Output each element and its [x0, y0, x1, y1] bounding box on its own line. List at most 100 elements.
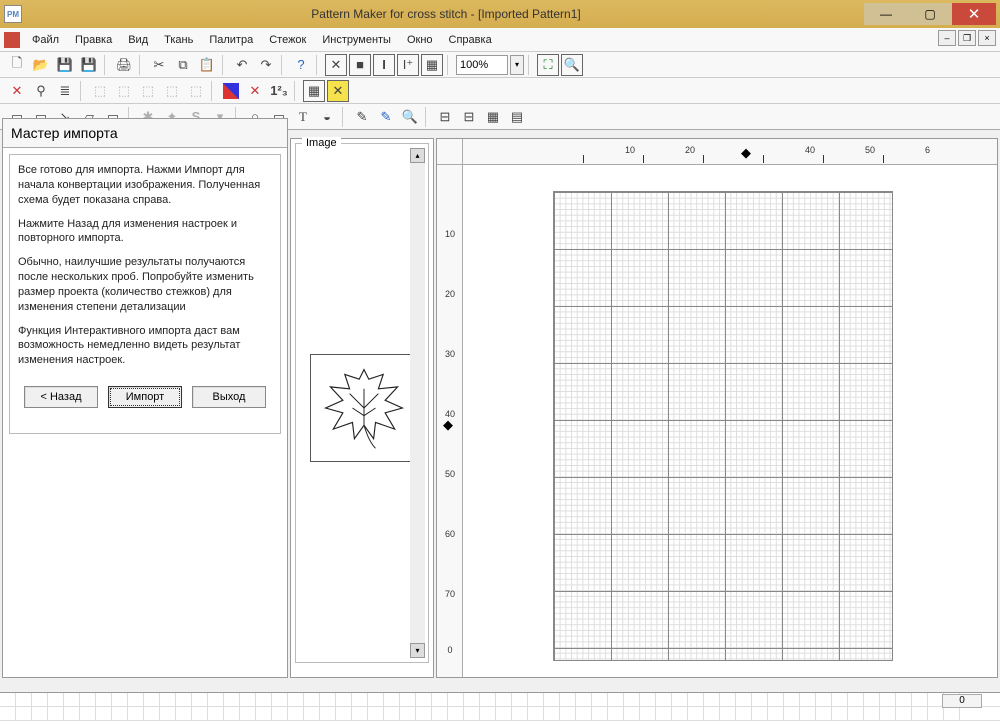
grid-button[interactable]: ▦: [303, 80, 325, 102]
hruler-tick: 20: [685, 145, 695, 155]
toolbar-standard: 🗋 📂 💾 💾 🖨 ✂ ⧉ 📋 ↶ ↷ ? ✕ ■ I I⁺ ▦ 100% ▾ …: [0, 52, 1000, 78]
new-button[interactable]: 🗋: [6, 54, 28, 76]
maximize-button[interactable]: ▢: [908, 3, 952, 25]
leaf-icon: [316, 360, 412, 456]
tool-e-button[interactable]: ⬚: [185, 80, 207, 102]
zoom-select-button[interactable]: 🔍: [561, 54, 583, 76]
mdi-buttons: – ❐ ×: [938, 30, 996, 46]
ruler-corner: [437, 139, 463, 165]
tool-a-button[interactable]: ⬚: [89, 80, 111, 102]
document-icon: [4, 32, 20, 48]
menu-help[interactable]: Справка: [441, 31, 500, 49]
canvas-area: ◆ 10 20 30 40 50 60 70 0 ◆ 10 20 40 50 6: [436, 138, 998, 678]
layers-button[interactable]: ≣: [54, 80, 76, 102]
tool-c-button[interactable]: ⬚: [137, 80, 159, 102]
highlight-button[interactable]: ✕: [327, 80, 349, 102]
color-stitch-button[interactable]: ✕: [244, 80, 266, 102]
help-button[interactable]: ?: [290, 54, 312, 76]
menu-palette[interactable]: Палитра: [201, 31, 261, 49]
palette-count: 0: [942, 694, 982, 708]
menu-file[interactable]: Файл: [24, 31, 67, 49]
wizard-text-2: Нажмите Назад для изменения настроек и п…: [18, 217, 272, 247]
image-group-label: Image: [302, 137, 341, 149]
horizontal-ruler[interactable]: ◆ 10 20 40 50 6: [463, 139, 997, 165]
vruler-tick: 30: [437, 349, 463, 359]
tool-b-button[interactable]: ⬚: [113, 80, 135, 102]
mdi-restore-button[interactable]: ❐: [958, 30, 976, 46]
paste-button[interactable]: 📋: [196, 54, 218, 76]
vruler-tick: 50: [437, 469, 463, 479]
tool-d-button[interactable]: ⬚: [161, 80, 183, 102]
stitch-info-button[interactable]: I: [373, 54, 395, 76]
stitch-x-button[interactable]: ✕: [325, 54, 347, 76]
zoom-dropdown[interactable]: ▾: [510, 55, 524, 75]
open-button[interactable]: 📂: [30, 54, 52, 76]
window-title: Pattern Maker for cross stitch - [Import…: [28, 7, 864, 21]
pattern-grid[interactable]: [553, 191, 893, 661]
close-button[interactable]: ✕: [952, 3, 996, 25]
vruler-tick: 20: [437, 289, 463, 299]
menu-edit[interactable]: Правка: [67, 31, 120, 49]
link-button[interactable]: ⚲: [30, 80, 52, 102]
mdi-close-button[interactable]: ×: [978, 30, 996, 46]
wizard-text-4: Функция Интерактивного импорта даст вам …: [18, 324, 272, 369]
print-button[interactable]: 🖨: [113, 54, 135, 76]
vruler-tick: 10: [437, 229, 463, 239]
back-button[interactable]: < Назад: [24, 386, 98, 408]
scroll-down-icon[interactable]: ▾: [410, 643, 425, 658]
wizard-panel: Мастер импорта Все готово для импорта. Н…: [2, 118, 288, 678]
vertical-ruler[interactable]: ◆ 10 20 30 40 50 60 70 0: [437, 165, 463, 677]
preview-scrollbar[interactable]: ▴ ▾: [410, 148, 425, 658]
menu-window[interactable]: Окно: [399, 31, 441, 49]
hruler-tick: 50: [865, 145, 875, 155]
app-icon: PM: [4, 5, 22, 23]
menubar: Файл Правка Вид Ткань Палитра Стежок Инс…: [0, 28, 1000, 52]
v-origin-marker-icon: ◆: [443, 417, 453, 433]
scroll-up-icon[interactable]: ▴: [410, 148, 425, 163]
vruler-tick: 0: [437, 645, 463, 655]
hruler-tick: 6: [925, 145, 930, 155]
cut-button[interactable]: ✂: [148, 54, 170, 76]
zoom-input[interactable]: 100%: [456, 55, 508, 75]
h-origin-marker-icon: ◆: [741, 145, 751, 161]
hruler-tick: 40: [805, 145, 815, 155]
mdi-minimize-button[interactable]: –: [938, 30, 956, 46]
redo-button[interactable]: ↷: [255, 54, 277, 76]
titlebar: PM Pattern Maker for cross stitch - [Imp…: [0, 0, 1000, 28]
wizard-text-1: Все готово для импорта. Нажми Импорт для…: [18, 163, 272, 208]
palette-strip: 0: [0, 692, 1000, 724]
image-groupbox: Image ▴ ▾: [295, 143, 429, 663]
saveall-button[interactable]: 💾: [78, 54, 100, 76]
vruler-tick: 60: [437, 529, 463, 539]
menu-fabric[interactable]: Ткань: [156, 31, 201, 49]
canvas-viewport[interactable]: [463, 165, 997, 677]
palette-row[interactable]: [0, 693, 1000, 707]
delete-button[interactable]: ✕: [6, 80, 28, 102]
window-buttons: — ▢ ✕: [864, 3, 996, 25]
stitch-grid-button[interactable]: ▦: [421, 54, 443, 76]
save-button[interactable]: 💾: [54, 54, 76, 76]
stitch-info2-button[interactable]: I⁺: [397, 54, 419, 76]
wizard-buttons: < Назад Импорт Выход: [18, 386, 272, 408]
image-preview: [310, 354, 418, 462]
minimize-button[interactable]: —: [864, 3, 908, 25]
import-button[interactable]: Импорт: [108, 386, 182, 408]
count-button[interactable]: 1²₃: [268, 80, 290, 102]
wizard-title: Мастер импорта: [3, 119, 287, 148]
menu-tools[interactable]: Инструменты: [314, 31, 399, 49]
toolbar-edit: ✕ ⚲ ≣ ⬚ ⬚ ⬚ ⬚ ⬚ ✕ 1²₃ ▦ ✕: [0, 78, 1000, 104]
menu-view[interactable]: Вид: [120, 31, 156, 49]
color-fg-button[interactable]: [220, 80, 242, 102]
stitch-block-button[interactable]: ■: [349, 54, 371, 76]
vruler-tick: 70: [437, 589, 463, 599]
hruler-tick: 10: [625, 145, 635, 155]
copy-button[interactable]: ⧉: [172, 54, 194, 76]
exit-button[interactable]: Выход: [192, 386, 266, 408]
vertical-ruler-wrap: ◆ 10 20 30 40 50 60 70 0: [437, 139, 463, 677]
wizard-content: Все готово для импорта. Нажми Импорт для…: [9, 154, 281, 434]
fit-button[interactable]: ⛶: [537, 54, 559, 76]
undo-button[interactable]: ↶: [231, 54, 253, 76]
palette-row[interactable]: [0, 707, 1000, 721]
menu-stitch[interactable]: Стежок: [261, 31, 314, 49]
wizard-text-3: Обычно, наилучшие результаты получаются …: [18, 255, 272, 314]
